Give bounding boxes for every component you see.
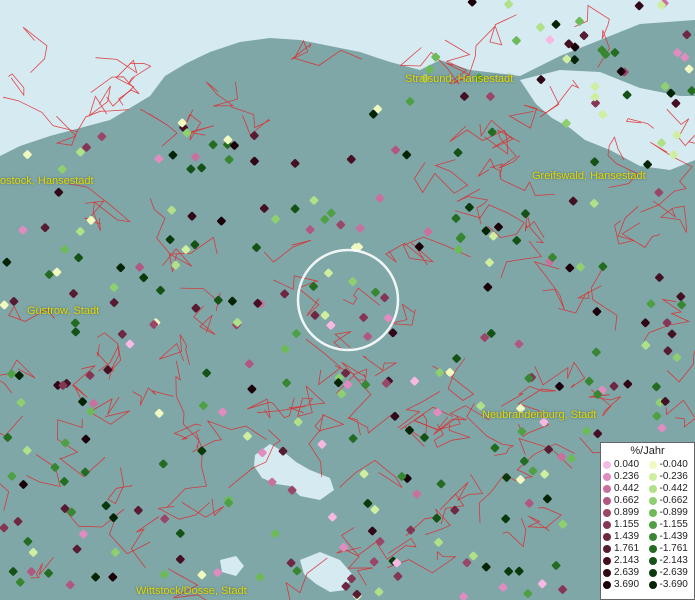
legend-swatch bbox=[603, 472, 611, 481]
legend-entry-neg: -0.236 bbox=[648, 471, 695, 482]
legend-entry-neg: -0.040 bbox=[648, 459, 695, 470]
legend-swatch bbox=[648, 460, 657, 469]
city-label-wittstock: Wittstock/Dosse, Stadt bbox=[136, 585, 247, 597]
legend-entry-pos: 1.439 bbox=[603, 531, 649, 542]
legend-label: 1.761 bbox=[614, 543, 640, 554]
legend-label: -0.236 bbox=[659, 471, 688, 482]
legend-label: -1.761 bbox=[659, 543, 688, 554]
legend-entries: 0.040 -0.040 0.236 -0.236 0.442 -0.442 0.662 -0… bbox=[601, 458, 694, 590]
legend-label: -1.155 bbox=[659, 519, 688, 530]
legend-label: -1.439 bbox=[659, 531, 688, 542]
legend-entry-pos: 0.899 bbox=[603, 507, 649, 518]
legend-entry-neg: -2.143 bbox=[648, 555, 695, 566]
legend-label: -3.690 bbox=[659, 579, 688, 590]
legend-entry-pos: 0.442 bbox=[603, 483, 649, 494]
legend-swatch bbox=[603, 532, 611, 541]
legend-label: -0.040 bbox=[659, 459, 688, 470]
map-legend: %/Jahr 0.040 -0.040 0.236 -0.236 0.442 -0.442… bbox=[600, 442, 695, 600]
legend-label: 0.040 bbox=[614, 459, 640, 470]
legend-entry-neg: -1.439 bbox=[648, 531, 695, 542]
legend-swatch bbox=[648, 508, 657, 517]
legend-swatch bbox=[648, 532, 657, 541]
legend-swatch bbox=[603, 520, 611, 529]
city-label-rostock: ostock, Hansestadt bbox=[0, 175, 94, 187]
legend-swatch bbox=[603, 580, 611, 589]
map-canvas[interactable] bbox=[0, 0, 695, 600]
legend-entry-neg: -0.442 bbox=[648, 483, 695, 494]
city-label-stralsund: Stralsund, Hansestadt bbox=[405, 73, 514, 85]
legend-label: 3.690 bbox=[614, 579, 640, 590]
legend-swatch bbox=[648, 568, 657, 577]
legend-label: -0.899 bbox=[659, 507, 688, 518]
legend-label: 2.143 bbox=[614, 555, 640, 566]
legend-entry-neg: -1.761 bbox=[648, 543, 695, 554]
legend-swatch bbox=[648, 544, 657, 553]
legend-label: 2.639 bbox=[614, 567, 640, 578]
legend-label: 0.899 bbox=[614, 507, 640, 518]
legend-swatch bbox=[648, 580, 657, 589]
legend-entry-pos: 0.662 bbox=[603, 495, 649, 506]
legend-entry-pos: 1.155 bbox=[603, 519, 649, 530]
legend-swatch bbox=[648, 520, 657, 529]
legend-swatch bbox=[603, 568, 611, 577]
legend-title: %/Jahr bbox=[630, 445, 665, 457]
legend-entry-pos: 0.040 bbox=[603, 459, 649, 470]
legend-entry-neg: -0.899 bbox=[648, 507, 695, 518]
legend-entry-pos: 2.639 bbox=[603, 567, 649, 578]
legend-label: -2.639 bbox=[659, 567, 688, 578]
legend-swatch bbox=[603, 508, 611, 517]
legend-entry-pos: 1.761 bbox=[603, 543, 649, 554]
city-label-guestrow: Güstrow, Stadt bbox=[27, 305, 100, 317]
legend-swatch bbox=[648, 496, 657, 505]
map-view[interactable]: Stralsund, Hansestadt ostock, Hansestadt… bbox=[0, 0, 695, 600]
legend-label: 0.236 bbox=[614, 471, 640, 482]
legend-entry-neg: -2.639 bbox=[648, 567, 695, 578]
legend-swatch bbox=[648, 472, 657, 481]
legend-swatch bbox=[603, 460, 611, 469]
legend-swatch bbox=[648, 556, 657, 565]
legend-swatch bbox=[603, 556, 611, 565]
legend-entry-neg: -3.690 bbox=[648, 579, 695, 590]
legend-swatch bbox=[648, 484, 657, 493]
legend-swatch bbox=[603, 496, 611, 505]
city-label-greifswald: Greifswald, Hansestadt bbox=[532, 170, 646, 182]
legend-entry-pos: 2.143 bbox=[603, 555, 649, 566]
legend-label: -0.442 bbox=[659, 483, 688, 494]
legend-swatch bbox=[603, 544, 611, 553]
legend-entry-neg: -0.662 bbox=[648, 495, 695, 506]
legend-label: 0.662 bbox=[614, 495, 640, 506]
legend-label: 1.439 bbox=[614, 531, 640, 542]
city-label-neubrandenburg: Neubrandenburg, Stadt bbox=[482, 409, 597, 421]
legend-entry-neg: -1.155 bbox=[648, 519, 695, 530]
legend-label: 1.155 bbox=[614, 519, 640, 530]
legend-label: -0.662 bbox=[659, 495, 688, 506]
legend-swatch bbox=[603, 484, 611, 493]
legend-entry-pos: 0.236 bbox=[603, 471, 649, 482]
legend-label: 0.442 bbox=[614, 483, 640, 494]
legend-label: -2.143 bbox=[659, 555, 688, 566]
legend-entry-pos: 3.690 bbox=[603, 579, 649, 590]
